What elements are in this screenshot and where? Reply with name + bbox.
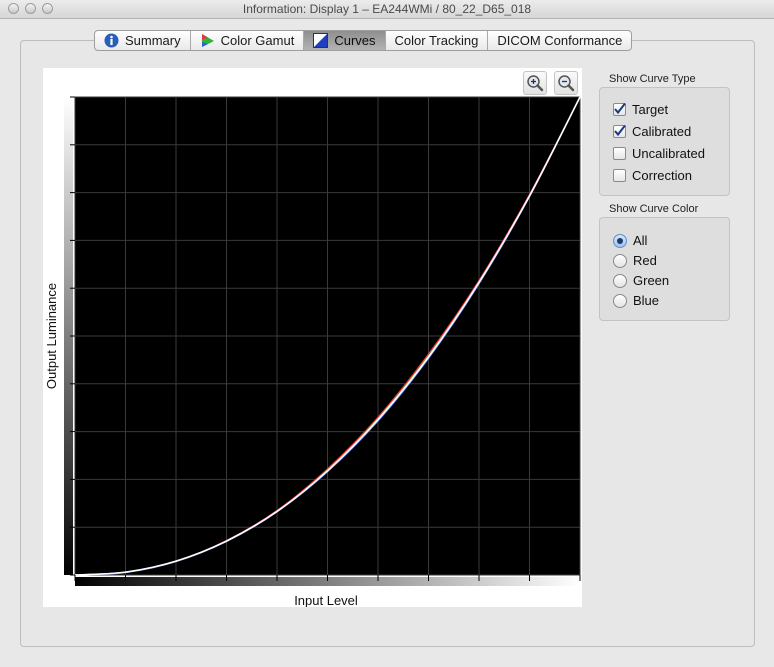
- target-label: Target: [632, 102, 669, 117]
- all-radio-button[interactable]: [613, 233, 627, 248]
- zoom-in-button[interactable]: [523, 71, 547, 95]
- green-radio-button[interactable]: [613, 273, 627, 288]
- curve-type-label: Show Curve Type: [609, 73, 696, 85]
- uncalibrated-check[interactable]: [613, 147, 626, 160]
- all-label: All: [633, 233, 648, 248]
- tab-color-gamut-label: Color Gamut: [220, 33, 295, 48]
- tab-dicom-conformance[interactable]: DICOM Conformance: [488, 31, 631, 50]
- correction-label: Correction: [632, 168, 692, 183]
- blue-radio[interactable]: Blue: [613, 293, 659, 308]
- tab-bar: Summary Color Gamut Curves Color Trackin…: [94, 30, 633, 51]
- tab-color-tracking[interactable]: Color Tracking: [386, 31, 489, 50]
- zoom-out-button[interactable]: [554, 71, 578, 95]
- calibrated-checkbox[interactable]: Calibrated: [613, 124, 691, 139]
- tab-color-gamut[interactable]: Color Gamut: [191, 31, 305, 50]
- tab-summary[interactable]: Summary: [95, 31, 191, 50]
- zoom-out-icon: [558, 75, 575, 92]
- curve-type-group: Target Calibrated Uncalibrated Correctio…: [599, 87, 730, 196]
- uncalibrated-checkbox[interactable]: Uncalibrated: [613, 146, 705, 161]
- red-label: Red: [633, 253, 657, 268]
- checkmark-icon: [614, 102, 626, 115]
- blue-label: Blue: [633, 293, 660, 308]
- zoom-in-icon: [527, 75, 544, 92]
- x-axis-label: Input Level: [294, 593, 358, 607]
- window-title: Information: Display 1 – EA244WMi / 80_2…: [242, 2, 532, 16]
- red-radio-button[interactable]: [613, 253, 627, 268]
- curves-icon: [313, 33, 329, 48]
- tab-summary-label: Summary: [125, 33, 181, 48]
- target-check[interactable]: [613, 102, 626, 116]
- title-bar: Information: Display 1 – EA244WMi / 80_2…: [0, 0, 774, 19]
- calibrated-check[interactable]: [613, 124, 626, 138]
- checkmark-icon: [614, 124, 626, 137]
- curve-color-group: All Red Green Blue: [599, 217, 730, 321]
- correction-check[interactable]: [613, 169, 626, 182]
- color-gamut-icon: [200, 33, 215, 48]
- y-axis-label: Output Luminance: [44, 283, 59, 389]
- curves-chart: Input Level Output Luminance: [44, 96, 581, 608]
- red-radio[interactable]: Red: [613, 253, 657, 268]
- target-checkbox[interactable]: Target: [613, 102, 668, 117]
- blue-radio-button[interactable]: [613, 293, 627, 308]
- tab-color-tracking-label: Color Tracking: [394, 33, 479, 48]
- uncalibrated-label: Uncalibrated: [632, 146, 705, 161]
- curves-chart-area: Input Level Output Luminance: [43, 68, 582, 608]
- tab-dicom-conformance-label: DICOM Conformance: [497, 33, 623, 48]
- curve-color-label: Show Curve Color: [609, 203, 699, 215]
- green-radio[interactable]: Green: [613, 273, 669, 288]
- green-label: Green: [633, 273, 670, 288]
- info-icon: [104, 33, 119, 48]
- all-radio[interactable]: All: [613, 233, 647, 248]
- tab-curves[interactable]: Curves: [304, 31, 386, 50]
- calibrated-label: Calibrated: [632, 124, 692, 139]
- correction-checkbox[interactable]: Correction: [613, 168, 692, 183]
- tab-curves-label: Curves: [334, 33, 376, 48]
